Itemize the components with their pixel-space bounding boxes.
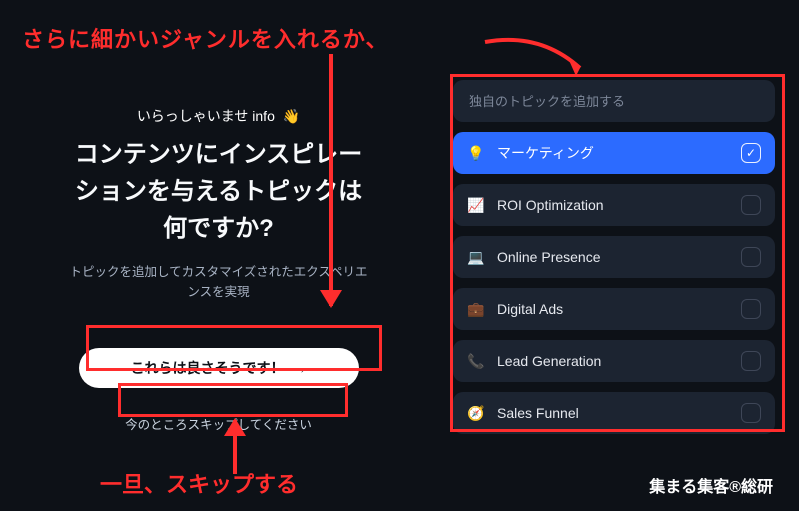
annotation-arrow-down <box>326 54 336 306</box>
skip-button[interactable]: 今のところスキップしてください <box>112 410 326 438</box>
left-column: いらっしゃいませ info 👋 コンテンツにインスピレーションを与えるトピックは… <box>24 64 413 447</box>
topic-label: Online Presence <box>497 249 729 265</box>
topic-checkbox[interactable] <box>741 299 761 319</box>
brand-label: 集まる集客®総研 <box>649 473 773 497</box>
topic-checkbox[interactable] <box>741 143 761 163</box>
funnel-icon: 🧭 <box>467 404 485 422</box>
phone-icon: 📞 <box>467 352 485 370</box>
arrow-right-icon: → <box>293 360 307 376</box>
chart-icon: 📈 <box>467 196 485 214</box>
welcome-label: いらっしゃいませ info <box>137 108 275 124</box>
topic-label: Sales Funnel <box>497 405 729 421</box>
topic-item[interactable]: 💻 Online Presence <box>453 236 775 278</box>
topic-label: Digital Ads <box>497 301 729 317</box>
topic-label: マーケティング <box>497 143 729 163</box>
topics-panel: 💡 マーケティング 📈 ROI Optimization 💻 Online Presenc… <box>453 64 775 447</box>
topic-checkbox[interactable] <box>741 351 761 371</box>
annotation-top: さらに細かいジャンルを入れるか、 <box>22 22 388 54</box>
topic-item[interactable]: 🧭 Sales Funnel <box>453 392 775 434</box>
onboarding-content: いらっしゃいませ info 👋 コンテンツにインスピレーションを与えるトピックは… <box>24 64 775 447</box>
add-topic-input[interactable] <box>453 80 775 122</box>
topic-item[interactable]: 💡 マーケティング <box>453 132 775 174</box>
topics-list: 💡 マーケティング 📈 ROI Optimization 💻 Online Presenc… <box>453 132 775 434</box>
annotation-arrow-curve <box>480 32 600 86</box>
topic-item[interactable]: 📞 Lead Generation <box>453 340 775 382</box>
topic-label: Lead Generation <box>497 353 729 369</box>
annotation-arrow-up <box>230 420 240 474</box>
continue-button[interactable]: これらは良さそうです！ → <box>79 348 359 388</box>
topic-checkbox[interactable] <box>741 247 761 267</box>
continue-button-label: これらは良さそうです！ <box>131 358 285 378</box>
topic-item[interactable]: 💼 Digital Ads <box>453 288 775 330</box>
topic-item[interactable]: 📈 ROI Optimization <box>453 184 775 226</box>
topic-checkbox[interactable] <box>741 195 761 215</box>
wave-icon: 👋 <box>283 108 300 125</box>
topic-checkbox[interactable] <box>741 403 761 423</box>
topic-label: ROI Optimization <box>497 197 729 213</box>
lightbulb-icon: 💡 <box>467 144 485 162</box>
welcome-text: いらっしゃいませ info 👋 <box>137 106 300 126</box>
laptop-icon: 💻 <box>467 248 485 266</box>
briefcase-icon: 💼 <box>467 300 485 318</box>
annotation-bottom: 一旦、スキップする <box>100 467 298 499</box>
